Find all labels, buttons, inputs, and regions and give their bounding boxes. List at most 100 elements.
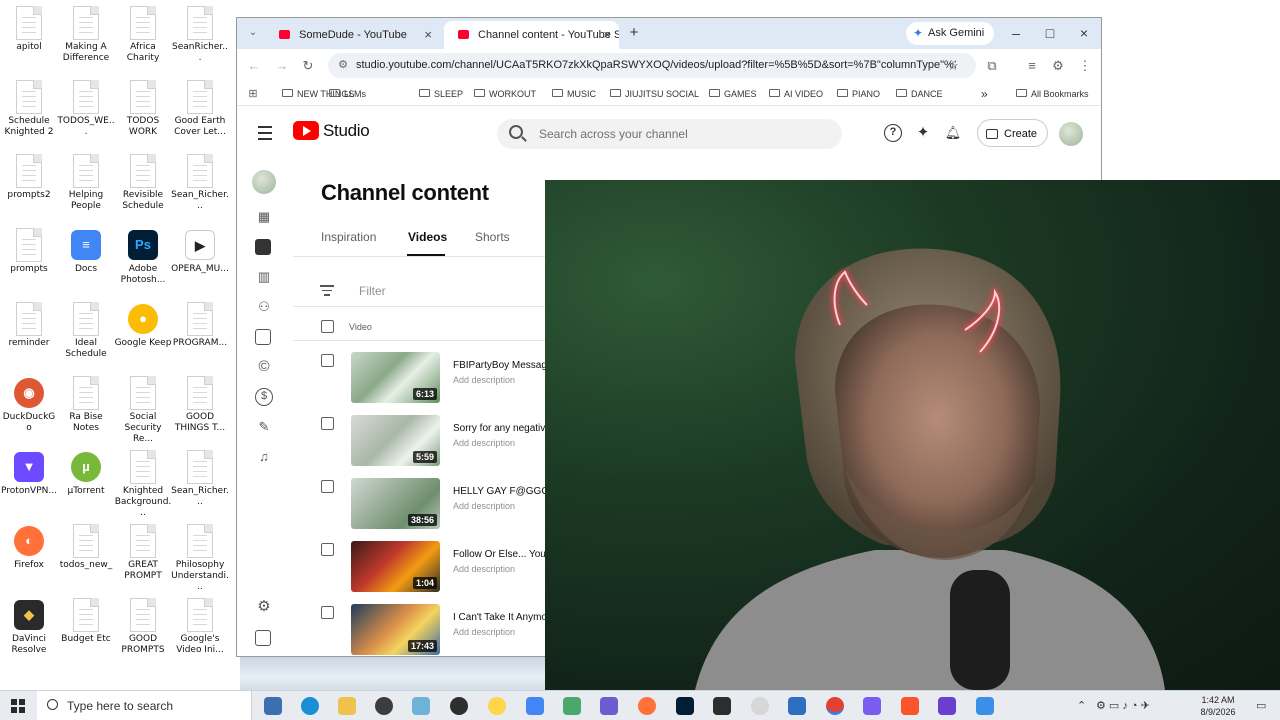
desktop-icon[interactable]: GOOD THINGS T... (171, 376, 229, 434)
analytics-icon[interactable]: ▥ (255, 268, 273, 286)
bookmark-item[interactable]: PIANO (837, 82, 880, 106)
video-thumbnail[interactable]: 6:13 (351, 352, 440, 403)
studio-logo-text[interactable]: Studio (323, 121, 370, 141)
copyright-icon[interactable]: © (255, 358, 273, 376)
app-icon[interactable] (938, 697, 956, 715)
filter-icon[interactable] (320, 285, 334, 299)
video-checkbox[interactable] (321, 480, 334, 493)
windows-start-icon[interactable] (11, 699, 25, 713)
desktop-icon[interactable]: ≡ Docs (57, 228, 115, 275)
new-tab-button[interactable]: + (624, 23, 644, 43)
bookmark-item[interactable]: LLMs (329, 82, 366, 106)
browser-menu-icon[interactable]: ⋮ (1075, 56, 1095, 76)
video-row[interactable]: 38:56 HELLY GAY F@GGOT Add description (293, 474, 553, 537)
select-all-checkbox[interactable] (321, 320, 334, 333)
brave-icon[interactable] (901, 697, 919, 715)
tab-channel-content[interactable]: Channel content - YouTube Stu × (444, 21, 619, 49)
extensions-icon[interactable]: ⧉ (982, 56, 1002, 76)
desktop-icon[interactable]: GREAT PROMPT (114, 524, 172, 582)
video-row[interactable]: 17:43 I Can't Take It Anymore Add descript… (293, 600, 553, 656)
desktop-icon[interactable]: Revisible Schedule (114, 154, 172, 212)
filter-input[interactable]: Filter (359, 284, 386, 298)
app-icon[interactable] (412, 697, 430, 715)
desktop-icon[interactable]: ◉ DuckDuckGo (0, 376, 58, 434)
video-thumbnail[interactable]: 38:56 (351, 478, 440, 529)
desktop-icon[interactable]: Ra Bise Notes (57, 376, 115, 434)
tray-icons[interactable]: ⚙ ▭ ♪ ◔ ✈ (1096, 691, 1150, 720)
desktop-icon[interactable]: SeanRicher... (171, 6, 229, 64)
desktop-icon[interactable]: prompts (0, 228, 58, 275)
video-checkbox[interactable] (321, 354, 334, 367)
tab-inspiration[interactable]: Inspiration (321, 230, 376, 244)
proton-vpn-icon[interactable] (863, 697, 881, 715)
video-title[interactable]: FBIPartyBoy Message (453, 360, 553, 371)
notifications-icon[interactable]: ▭ (1256, 691, 1266, 720)
bookmark-item[interactable]: SLEEP (419, 82, 463, 106)
video-title[interactable]: HELLY GAY F@GGOT (453, 486, 553, 497)
desktop-icon[interactable]: Knighted Background... (114, 450, 172, 519)
bookmarks-overflow-button[interactable]: » (981, 82, 988, 106)
youtube-logo-icon[interactable] (293, 121, 319, 140)
desktop-icon[interactable]: µ µTorrent (57, 450, 115, 497)
bookmark-item[interactable]: DANCE (896, 82, 943, 106)
desktop-icon[interactable]: ● Google Keep (114, 302, 172, 349)
tab-close-icon[interactable]: × (603, 21, 611, 49)
ai-sparkle-icon[interactable]: ✦ (914, 124, 932, 142)
desktop-icon[interactable]: Making A Difference (57, 6, 115, 64)
content-icon[interactable] (255, 239, 271, 255)
app-icon[interactable] (788, 697, 806, 715)
desktop-icon[interactable]: Africa Charity (114, 6, 172, 64)
desktop-icon[interactable]: prompts2 (0, 154, 58, 201)
video-title[interactable]: Follow Or Else... You (453, 549, 553, 560)
tab-videos[interactable]: Videos (408, 230, 447, 244)
channel-search-input[interactable]: Search across your channel (497, 119, 842, 149)
desktop-icon[interactable]: Sean_Richer... (171, 450, 229, 508)
video-description[interactable]: Add description (453, 627, 515, 637)
desktop-icon[interactable]: reminder (0, 302, 58, 349)
desktop-icon[interactable]: Budget Etc (57, 598, 115, 645)
davinci-resolve-icon[interactable] (713, 697, 731, 715)
video-description[interactable]: Add description (453, 564, 515, 574)
feedback-icon[interactable] (255, 630, 271, 646)
reload-icon[interactable]: ↻ (298, 56, 318, 76)
desktop-icon[interactable]: TODOS_WE... (57, 80, 115, 138)
bookmark-item[interactable]: WORKOUT (474, 82, 536, 106)
app-icon[interactable] (450, 697, 468, 715)
media-control-icon[interactable]: ≡ (1022, 56, 1042, 76)
bookmark-item[interactable]: MUSIC (552, 82, 596, 106)
video-description[interactable]: Add description (453, 438, 515, 448)
app-icon[interactable] (600, 697, 618, 715)
notifications-bell-icon[interactable]: 🔔︎ (944, 124, 962, 142)
video-thumbnail[interactable]: 5:59 (351, 415, 440, 466)
address-bar[interactable]: ⚙ studio.youtube.com/channel/UCAaT5RKO7z… (328, 53, 976, 78)
desktop-icon[interactable]: PROGRAM... (171, 302, 229, 349)
site-info-icon[interactable]: ⚙ (333, 55, 353, 75)
desktop-icon[interactable]: GOOD PROMPTS (114, 598, 172, 656)
community-icon[interactable]: ⚇ (255, 298, 273, 316)
create-button[interactable]: Create (977, 119, 1049, 147)
profile-extension-icon[interactable]: ⚙ (1048, 56, 1068, 76)
video-row[interactable]: 1:04 Follow Or Else... You Add description (293, 537, 553, 600)
dashboard-icon[interactable]: ▦ (255, 208, 273, 226)
video-description[interactable]: Add description (453, 501, 515, 511)
firefox-icon[interactable] (638, 697, 656, 715)
tab-somedude[interactable]: SomeDude - YouTube × (265, 21, 440, 49)
desktop-icon[interactable]: Social Security Re... (114, 376, 172, 445)
minimize-button[interactable]: – (999, 18, 1033, 49)
bookmark-item[interactable]: GAMES (709, 82, 757, 106)
video-row[interactable]: 5:59 Sorry for any negativity Add descript… (293, 411, 553, 474)
earn-icon[interactable]: $ (255, 388, 273, 406)
video-checkbox[interactable] (321, 606, 334, 619)
tab-shorts[interactable]: Shorts (475, 230, 510, 244)
google-keep-icon[interactable] (488, 697, 506, 715)
apps-grid-icon[interactable]: ⊞ (243, 84, 263, 104)
video-checkbox[interactable] (321, 543, 334, 556)
close-window-button[interactable]: × (1067, 18, 1101, 49)
desktop-icon[interactable]: apitol (0, 6, 58, 53)
google-docs-icon[interactable] (526, 697, 544, 715)
app-icon[interactable] (375, 697, 393, 715)
desktop-icon[interactable]: ▼ ProtonVPN... (0, 450, 58, 497)
desktop-icon[interactable]: Philosophy Understandi... (171, 524, 229, 593)
help-icon[interactable]: ? (884, 124, 902, 142)
bookmark-item[interactable]: JIUJITSU SOCIAL (610, 82, 699, 106)
